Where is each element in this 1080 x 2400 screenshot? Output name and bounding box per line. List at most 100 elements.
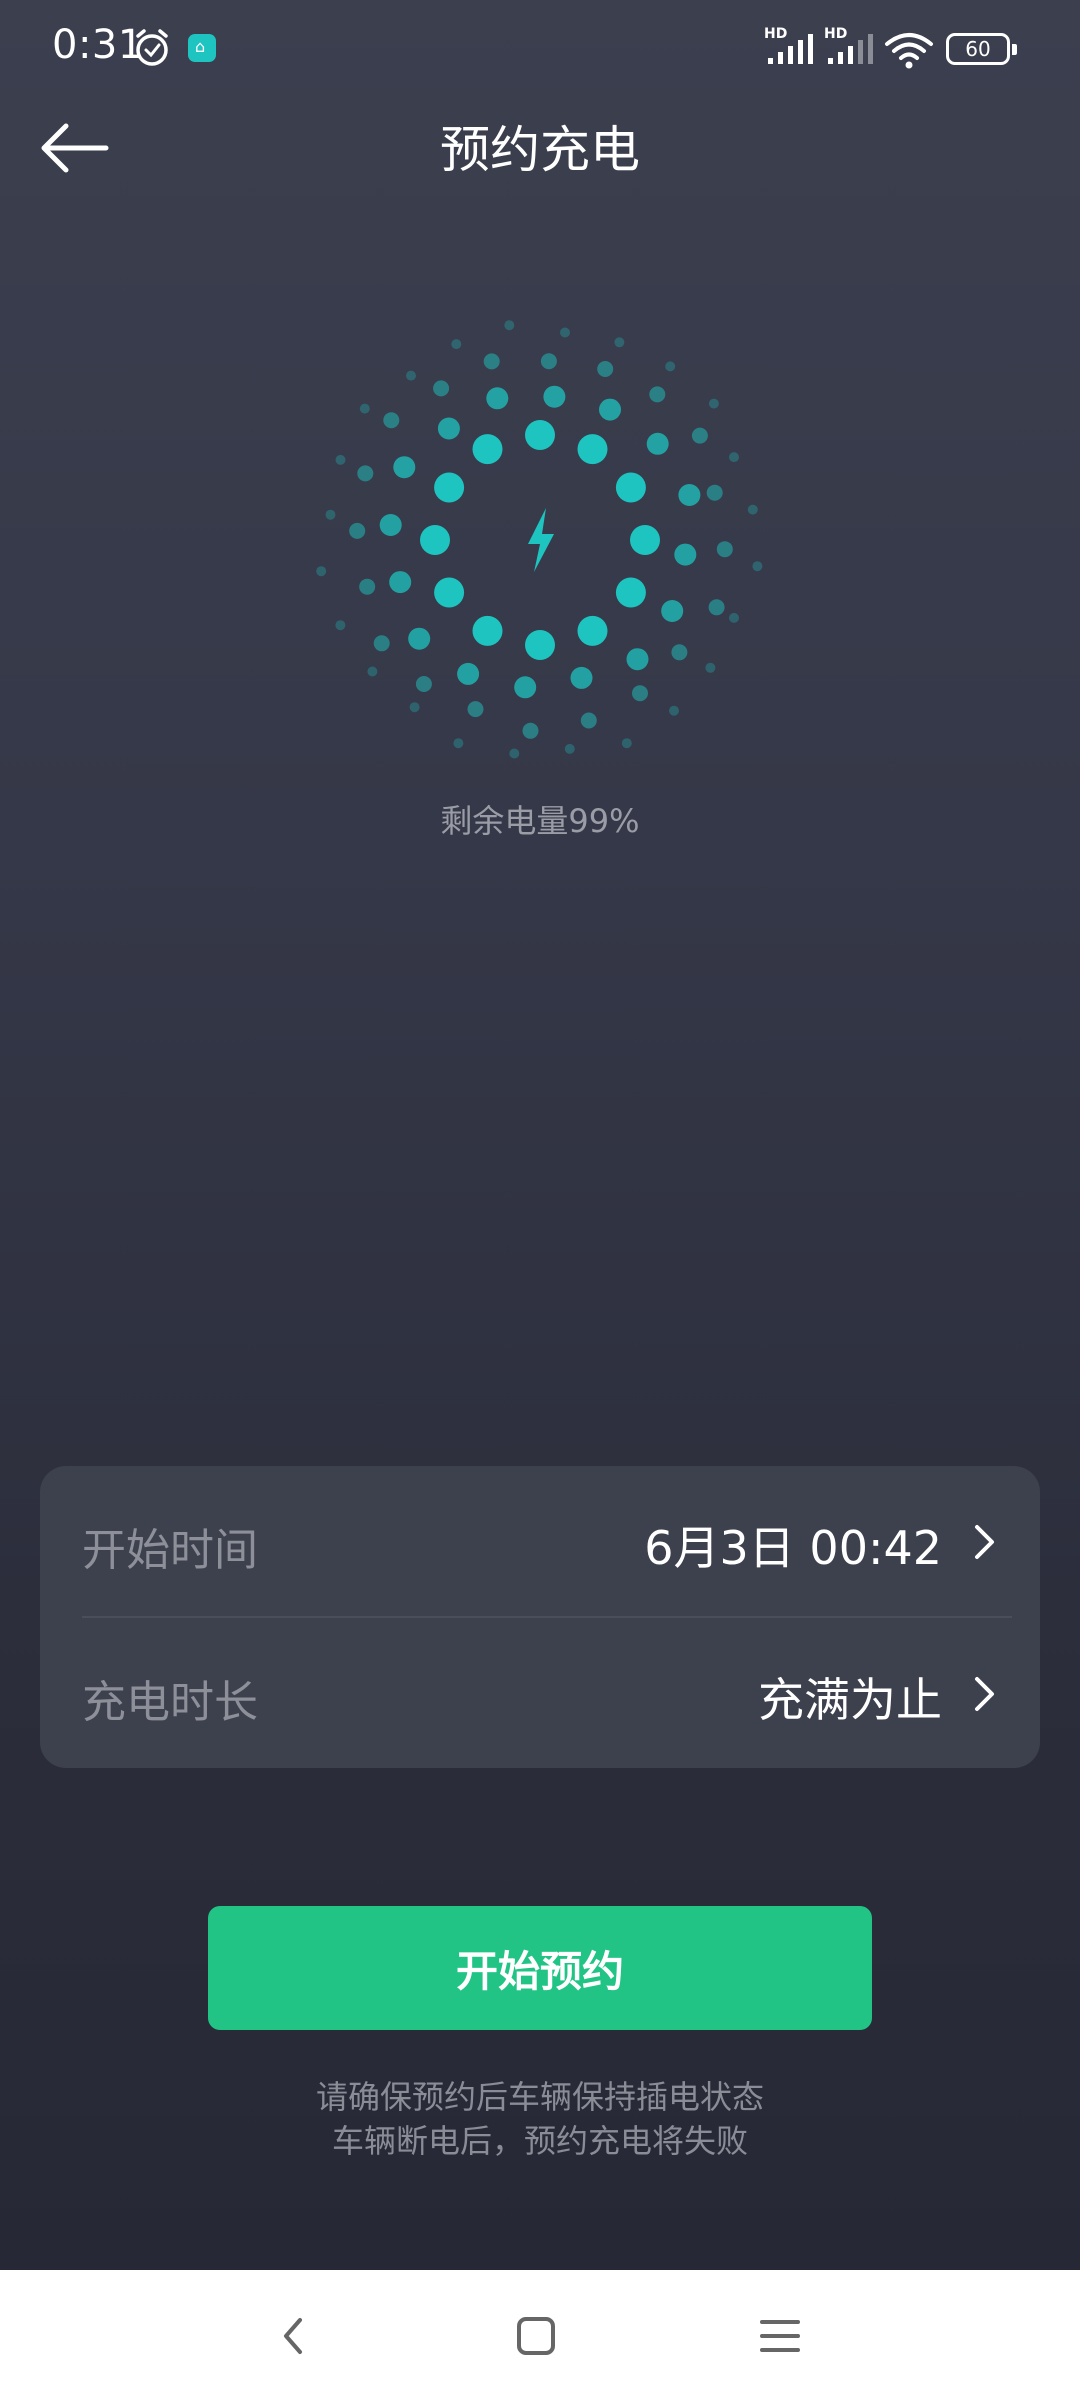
orb-dot (577, 434, 608, 465)
orb-dot (325, 509, 336, 520)
orb-dot (599, 398, 621, 421)
orb-dot (716, 541, 733, 558)
orb-dot (367, 666, 378, 677)
notice-line-2: 车辆断电后，预约充电将失败 (331, 2122, 748, 2160)
orb-dot (434, 577, 465, 608)
orb-dot (564, 743, 575, 754)
system-nav-bar (0, 2270, 1080, 2400)
orb-dot (316, 566, 327, 577)
alarm-icon (136, 29, 168, 66)
orb-dot (349, 522, 366, 539)
orb-dot (729, 612, 739, 623)
orb-dot (615, 472, 646, 503)
orb-dot (597, 361, 614, 377)
orb-dot (406, 370, 416, 381)
status-bar: 0:31 ⌂ HD HD 60 (0, 0, 1080, 100)
orb-dot (525, 420, 555, 450)
nav-home-icon[interactable] (506, 2306, 566, 2366)
duration-value: 充满为止 (758, 1673, 942, 1727)
orb-dot (335, 620, 346, 631)
orb-dot (420, 525, 450, 555)
charging-settings-card: 开始时间 6月3日 00:42 充电时长 充满为止 (40, 1466, 1040, 1768)
orb-dot (674, 543, 697, 566)
orb-dot (379, 514, 402, 536)
page-title: 预约充电 (440, 121, 640, 179)
orb-dot (472, 615, 503, 646)
orb-dot (615, 577, 646, 608)
orb-dot (514, 676, 537, 699)
orb-dot (646, 432, 669, 455)
orb-dot (433, 380, 450, 397)
orb-dot (706, 484, 723, 501)
orb-dot (467, 701, 484, 718)
orb-dot (669, 705, 679, 716)
orb-dot (580, 712, 597, 729)
nav-menu-icon[interactable] (750, 2306, 810, 2366)
cell-signal-2-icon: HD (824, 26, 880, 66)
orb-dot (393, 456, 416, 479)
duration-label: 充电时长 (82, 1677, 258, 1728)
orb-dot (504, 320, 515, 331)
orb-dot (708, 599, 725, 616)
cell-signal-1-icon: HD (764, 26, 820, 66)
start-time-row[interactable]: 开始时间 6月3日 00:42 (40, 1466, 1040, 1616)
notice-line-1: 请确保预约后车辆保持插电状态 (315, 2078, 764, 2116)
orb-dot (747, 504, 758, 515)
orb-dot (357, 465, 374, 482)
orb-dot (540, 353, 557, 370)
duration-row[interactable]: 充电时长 充满为止 (40, 1618, 1040, 1768)
start-time-label: 开始时间 (82, 1525, 258, 1576)
status-time: 0:31 (52, 22, 144, 68)
orb-dot (409, 702, 420, 713)
remaining-battery-label: 剩余电量99% (440, 802, 640, 840)
chevron-right-icon (975, 1525, 994, 1559)
orb-dot (359, 403, 370, 414)
orb-dot (621, 738, 632, 749)
orb-dot (453, 738, 464, 749)
orb-dot (335, 454, 346, 465)
orb-dot (389, 571, 412, 594)
orb-dot (451, 339, 462, 350)
battery-level: 60 (965, 37, 991, 61)
orb-dot (415, 676, 432, 692)
orb-dot (665, 361, 676, 372)
start-reservation-button[interactable]: 开始预约 (208, 1906, 872, 2030)
orb-dot (661, 600, 684, 622)
orb-dot (525, 630, 555, 660)
wifi-icon (885, 33, 933, 69)
orb-dot (472, 434, 503, 465)
lightning-icon (528, 508, 554, 572)
orb-dot (434, 472, 465, 503)
orb-dot (671, 644, 688, 661)
battery-icon: 60 (946, 33, 1017, 65)
orb-dot (705, 662, 716, 673)
orb-dot (691, 427, 708, 444)
orb-dot (649, 386, 666, 403)
app-notification-icon: ⌂ (188, 34, 216, 62)
orb-dot (570, 666, 593, 689)
orb-dot (437, 417, 460, 440)
chevron-right-icon (975, 1677, 994, 1711)
orb-dot (373, 635, 390, 652)
orb-dot (626, 648, 649, 671)
orb-dot (509, 748, 520, 759)
orb-dot (560, 327, 570, 338)
orb-dot (543, 385, 566, 408)
orb-dot (752, 561, 763, 572)
orb-dot (678, 484, 701, 506)
orb-dot (630, 525, 660, 555)
orb-dot (522, 722, 539, 739)
orb-dot (708, 398, 719, 409)
orb-dot (486, 387, 509, 410)
nav-back-icon[interactable] (264, 2306, 324, 2366)
orb-dot (457, 662, 480, 685)
orb-dot (408, 627, 431, 650)
orb-dot (614, 337, 625, 348)
orb-dot (383, 412, 400, 429)
charging-orb (316, 320, 763, 759)
orb-dot (577, 615, 608, 646)
start-time-value: 6月3日 00:42 (644, 1521, 942, 1575)
orb-dot (729, 452, 739, 463)
orb-dot (632, 685, 648, 702)
orb-dot (483, 353, 500, 370)
